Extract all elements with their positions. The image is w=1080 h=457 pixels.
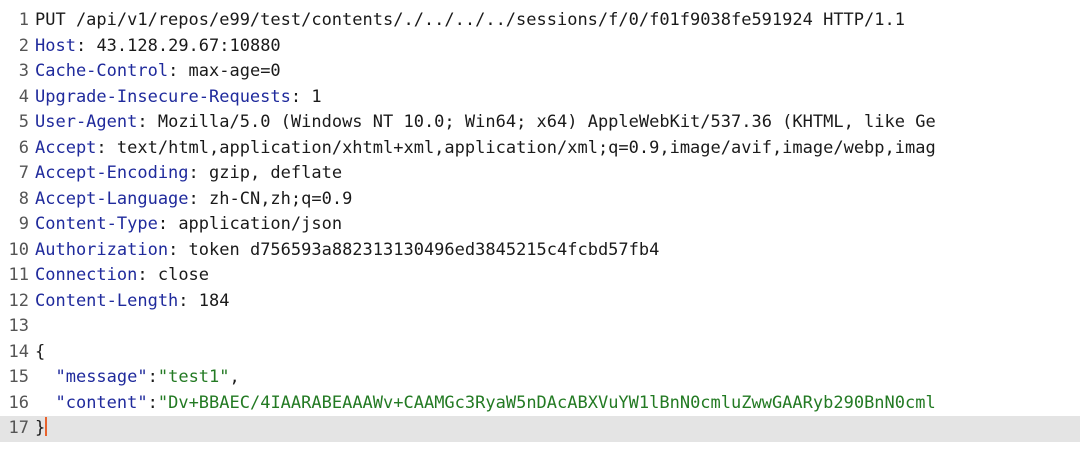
code-line[interactable]: 6 Accept: text/html,application/xhtml+xml… <box>0 136 1080 162</box>
code-punctuation: : <box>137 265 158 285</box>
line-content: Authorization: token d756593a88231313049… <box>35 238 659 264</box>
code-line[interactable]: 3 Cache-Control: max-age=0 <box>0 59 1080 85</box>
header-value: close <box>157 265 210 285</box>
code-punctuation: : <box>137 112 158 132</box>
code-punctuation: : <box>147 392 158 413</box>
text-caret <box>45 417 48 436</box>
request-line: PUT /api/v1/repos/e99/test/contents/./..… <box>35 10 905 30</box>
code-line[interactable]: 10 Authorization: token d756593a882313130… <box>0 238 1080 264</box>
line-content: Content-Type: application/json <box>35 212 342 238</box>
code-line[interactable]: 7 Accept-Encoding: gzip, deflate <box>0 161 1080 187</box>
line-number: 14 <box>8 341 29 362</box>
line-content: Accept-Encoding: gzip, deflate <box>35 161 342 187</box>
line-number: 3 <box>18 61 29 81</box>
json-comma: , <box>229 367 240 387</box>
header-value: token d756593a882313130496ed3845215c4fcb… <box>188 239 660 260</box>
line-number: 12 <box>8 290 29 311</box>
code-line[interactable]: 5 User-Agent: Mozilla/5.0 (Windows NT 10.… <box>0 110 1080 136</box>
line-content: "content":"Dv+BBAEC/4IAARABEAAAWv+CAAMGc… <box>35 391 936 417</box>
code-punctuation: : <box>168 61 189 81</box>
header-name: Cache-Control <box>35 61 169 81</box>
line-number: 6 <box>18 137 29 158</box>
line-number: 13 <box>8 316 29 336</box>
header-name: Host <box>35 35 76 56</box>
code-line[interactable]: 9 Content-Type: application/json <box>0 212 1080 238</box>
line-number: 16 <box>8 392 29 413</box>
line-number: 4 <box>18 86 29 107</box>
line-number: 1 <box>18 10 29 30</box>
code-line[interactable]: 8 Accept-Language: zh-CN,zh;q=0.9 <box>0 187 1080 213</box>
code-punctuation: : <box>290 86 312 107</box>
header-name: Accept-Encoding <box>35 163 189 183</box>
code-line[interactable]: 4 Upgrade-Insecure-Requests: 1 <box>0 85 1080 111</box>
code-punctuation: : <box>75 35 97 56</box>
line-content: Cache-Control: max-age=0 <box>35 59 281 85</box>
line-number: 8 <box>18 188 29 209</box>
line-content: User-Agent: Mozilla/5.0 (Windows NT 10.0… <box>35 110 936 136</box>
header-name: Accept <box>35 137 97 158</box>
line-number: 2 <box>18 35 29 56</box>
header-value: application/json <box>178 214 343 234</box>
json-key: "content" <box>55 392 148 413</box>
line-number: 15 <box>8 367 29 387</box>
code-line[interactable]: 14 { <box>0 340 1080 366</box>
request-editor[interactable]: 1 PUT /api/v1/repos/e99/test/contents/./.… <box>0 0 1080 457</box>
header-name: User-Agent <box>35 112 138 132</box>
code-punctuation: : <box>96 137 117 158</box>
json-close-brace: } <box>35 418 46 438</box>
header-value: zh-CN,zh;q=0.9 <box>209 188 353 209</box>
json-open-brace: { <box>35 341 46 362</box>
code-punctuation: : <box>188 163 210 183</box>
code-line[interactable]: 16 "content":"Dv+BBAEC/4IAARABEAAAWv+CAA… <box>0 391 1080 417</box>
code-line[interactable]: 17} <box>0 416 1080 442</box>
header-value: 1 <box>311 86 322 107</box>
line-number: 10 <box>8 239 29 260</box>
code-punctuation <box>35 367 55 387</box>
code-punctuation: : <box>168 239 189 260</box>
code-line[interactable]: 12 Content-Length: 184 <box>0 289 1080 315</box>
header-name: Authorization <box>35 239 169 260</box>
json-value: "Dv+BBAEC/4IAARABEAAAWv+CAAMGc3RyaW5nDAc… <box>157 392 936 413</box>
line-number: 7 <box>18 163 29 183</box>
line-content: Content-Length: 184 <box>35 289 230 315</box>
line-content: "message":"test1", <box>35 365 240 391</box>
header-name: Connection <box>35 265 138 285</box>
line-content: } <box>35 416 48 442</box>
code-line[interactable]: 13 <box>0 314 1080 340</box>
header-value: max-age=0 <box>188 61 281 81</box>
header-name: Upgrade-Insecure-Requests <box>35 86 291 107</box>
code-punctuation: : <box>178 290 199 311</box>
code-line[interactable]: 15 "message":"test1", <box>0 365 1080 391</box>
header-value: text/html,application/xhtml+xml,applicat… <box>116 137 936 158</box>
code-line[interactable]: 2 Host: 43.128.29.67:10880 <box>0 34 1080 60</box>
header-value: gzip, deflate <box>209 163 343 183</box>
line-content: { <box>35 340 45 366</box>
line-content: Accept-Language: zh-CN,zh;q=0.9 <box>35 187 352 213</box>
header-name: Accept-Language <box>35 188 189 209</box>
json-key: "message" <box>55 367 148 387</box>
line-number: 17 <box>8 418 29 438</box>
header-value: 43.128.29.67:10880 <box>96 35 281 56</box>
code-punctuation: : <box>147 367 158 387</box>
code-punctuation: : <box>188 188 210 209</box>
json-value: "test1" <box>157 367 230 387</box>
line-content: Upgrade-Insecure-Requests: 1 <box>35 85 322 111</box>
code-punctuation: : <box>157 214 179 234</box>
header-name: Content-Length <box>35 290 179 311</box>
header-value: Mozilla/5.0 (Windows NT 10.0; Win64; x64… <box>157 112 936 132</box>
line-content: PUT /api/v1/repos/e99/test/contents/./..… <box>35 8 905 34</box>
line-content: Connection: close <box>35 263 209 289</box>
line-content: Accept: text/html,application/xhtml+xml,… <box>35 136 936 162</box>
line-content: Host: 43.128.29.67:10880 <box>35 34 281 60</box>
header-name: Content-Type <box>35 214 158 234</box>
line-number: 5 <box>18 112 29 132</box>
code-line[interactable]: 1 PUT /api/v1/repos/e99/test/contents/./.… <box>0 8 1080 34</box>
code-punctuation <box>35 393 55 413</box>
line-number: 11 <box>8 265 29 285</box>
code-line[interactable]: 11 Connection: close <box>0 263 1080 289</box>
header-value: 184 <box>198 290 230 311</box>
line-number: 9 <box>18 214 29 234</box>
